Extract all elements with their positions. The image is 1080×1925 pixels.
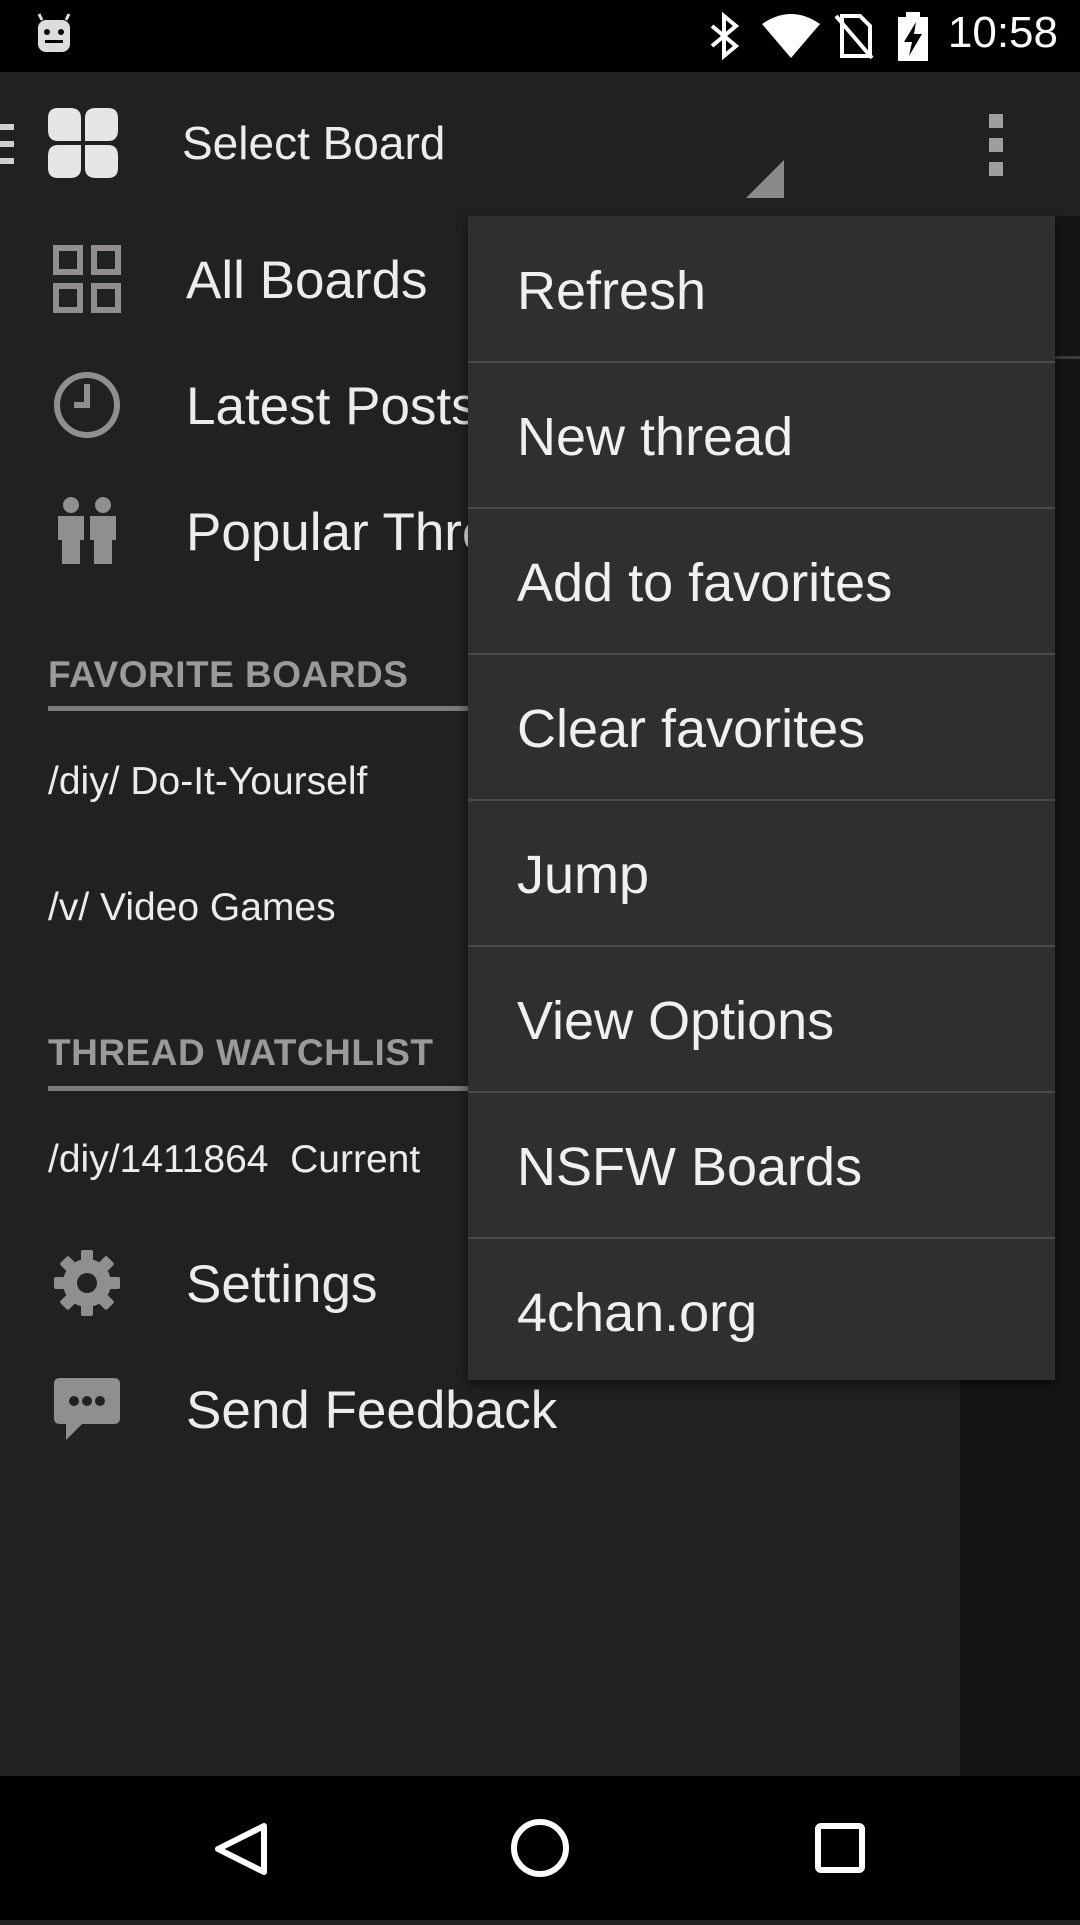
overflow-popup-menu: Refresh New thread Add to favorites Clea… <box>468 216 1055 1380</box>
menu-item-jump[interactable]: Jump <box>468 800 1055 947</box>
menu-item-clear-favorites[interactable]: Clear favorites <box>468 654 1055 801</box>
wifi-icon <box>760 12 822 65</box>
menu-item-label: View Options <box>517 991 835 1051</box>
people-icon <box>52 496 122 566</box>
board-selector[interactable]: Select Board <box>182 116 445 170</box>
android-icon <box>36 12 72 59</box>
menu-item-label: NSFW Boards <box>517 1137 863 1197</box>
nav-item-label: Send Feedback <box>186 1381 558 1440</box>
hamburger-icon[interactable] <box>0 124 16 169</box>
watchlist-thread-item[interactable]: /diy/1411864 Current <box>48 1138 420 1182</box>
recents-button[interactable] <box>760 1776 920 1920</box>
clock-time: 10:58 <box>947 8 1058 57</box>
menu-item-nsfw-boards[interactable]: NSFW Boards <box>468 1092 1055 1239</box>
menu-item-view-options[interactable]: View Options <box>468 946 1055 1093</box>
clock-icon <box>52 370 122 440</box>
favorite-board-item[interactable]: /v/ Video Games <box>48 886 336 930</box>
watchlist-section-header: THREAD WATCHLIST <box>48 1032 434 1073</box>
no-sim-icon <box>834 12 874 65</box>
menu-item-label: New thread <box>517 407 794 467</box>
menu-item-label: Jump <box>517 845 650 905</box>
gear-icon <box>52 1248 122 1318</box>
spinner-arrow-icon[interactable] <box>746 160 784 203</box>
menu-item-label: Add to favorites <box>517 553 893 613</box>
nav-item-label: All Boards <box>186 251 428 310</box>
nav-item-label: Latest Posts <box>186 377 478 436</box>
battery-charging-icon <box>896 12 930 67</box>
back-icon <box>160 1823 320 1924</box>
overflow-menu-icon[interactable] <box>980 112 1012 183</box>
menu-item-label: Clear favorites <box>517 699 866 759</box>
menu-item-4chan-org[interactable]: 4chan.org <box>468 1238 1055 1383</box>
favorite-board-item[interactable]: /diy/ Do-It-Yourself <box>48 760 367 804</box>
bluetooth-icon <box>706 11 742 65</box>
menu-item-new-thread[interactable]: New thread <box>468 362 1055 509</box>
action-bar <box>0 72 1080 216</box>
home-button[interactable] <box>460 1776 620 1920</box>
system-nav-bar <box>0 1776 1080 1920</box>
chat-bubble-icon <box>52 1374 122 1444</box>
menu-item-label: 4chan.org <box>517 1283 758 1343</box>
menu-item-refresh[interactable]: Refresh <box>468 216 1055 363</box>
home-icon <box>460 1819 620 1924</box>
menu-item-add-to-favorites[interactable]: Add to favorites <box>468 508 1055 655</box>
favorites-section-header: FAVORITE BOARDS <box>48 654 409 695</box>
recents-icon <box>760 1823 920 1924</box>
grid-icon <box>52 244 122 314</box>
status-bar: 10:58 <box>0 0 1080 72</box>
nav-item-label: Settings <box>186 1255 378 1314</box>
menu-item-label: Refresh <box>517 261 707 321</box>
clover-logo-icon[interactable] <box>46 106 120 185</box>
back-button[interactable] <box>160 1776 320 1920</box>
